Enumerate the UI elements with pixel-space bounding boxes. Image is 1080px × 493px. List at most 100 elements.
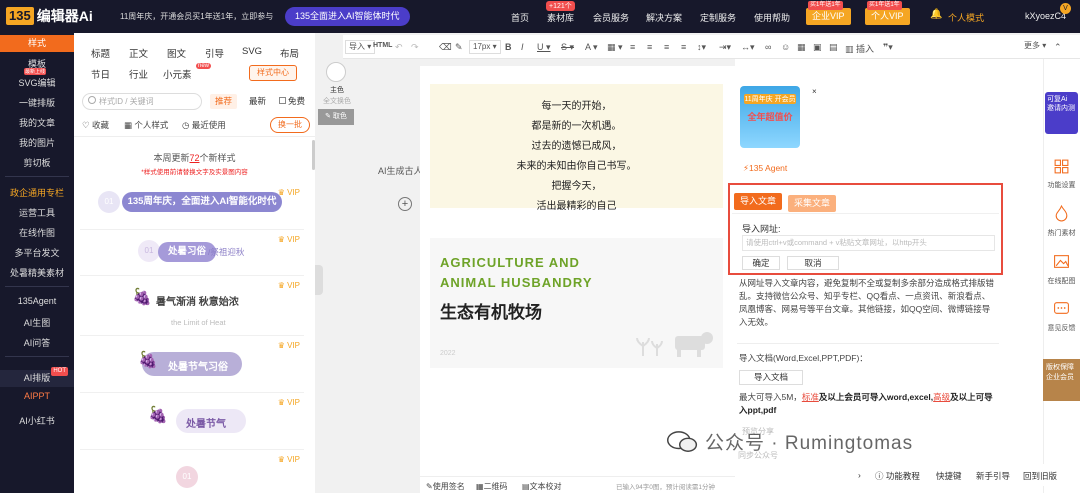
layout-icon[interactable]: ▤ [829, 42, 838, 53]
indent-icon[interactable]: ⇥▾ [719, 42, 731, 53]
underline-icon[interactable]: U ▾ [537, 42, 551, 53]
tab-guide[interactable]: 引导 [205, 46, 224, 60]
nav-online-draw[interactable]: 在线作图 [0, 226, 74, 239]
tab-festival[interactable]: 节日 [91, 67, 110, 81]
nav-aippt[interactable]: AIPPT [0, 391, 74, 401]
refresh-button[interactable]: 换一批 [270, 117, 310, 133]
promo-ad[interactable]: 11周年庆 开会员 全年超值价 [740, 86, 800, 148]
redo-icon[interactable]: ↷ [411, 42, 419, 53]
nav-my-images[interactable]: 我的图片 [0, 136, 74, 149]
style-card-5[interactable]: ♛ VIP 🍇 处暑节气 [80, 395, 304, 450]
nav-clipboard[interactable]: 剪切板 [0, 156, 74, 169]
nav-ai-layout[interactable]: AI排版 HOT [0, 367, 74, 387]
nav-one-click[interactable]: 一键排版 [0, 96, 74, 109]
image-icon[interactable] [1053, 253, 1070, 270]
anniversary-banner[interactable]: 135全面进入AI智能体时代 [285, 7, 410, 26]
favorites-button[interactable]: ♡ 收藏 [82, 119, 109, 131]
line-height-icon[interactable]: ↕▾ [697, 42, 706, 53]
expand-icon[interactable]: › [858, 470, 861, 480]
nav-gov-column[interactable]: 政企通用专栏 [0, 186, 74, 199]
nav-chushu-materials[interactable]: 处暑精美素材 [0, 266, 74, 279]
copyright-ad[interactable]: 版权保障 企业会员 [1043, 359, 1080, 401]
qrcode-button[interactable]: ▦二维码 [476, 481, 508, 492]
emoji-icon[interactable]: ☺ [781, 42, 790, 52]
image-icon[interactable]: ▣ [813, 42, 822, 53]
panel-scrollbar[interactable] [312, 140, 315, 170]
feedback-icon[interactable] [1053, 300, 1070, 317]
table-icon[interactable]: ▦ [797, 42, 806, 53]
signature-button[interactable]: ✎使用签名 [426, 481, 465, 492]
color-picker-button[interactable]: ✎ 取色 [318, 109, 354, 125]
tab-small-elements[interactable]: 小元素 [163, 67, 192, 81]
nav-ai-xiaohongshu[interactable]: AI小红书 [0, 414, 74, 427]
nav-ops-tools[interactable]: 运营工具 [0, 206, 74, 219]
settings-grid-icon[interactable] [1053, 158, 1070, 175]
tutorial-button[interactable]: ⓘ 功能教程 [875, 470, 920, 482]
nav-135agent[interactable]: 135Agent [0, 296, 74, 306]
promo-text[interactable]: 11周年庆，开通会员买1年送1年，立即参与 [120, 11, 273, 22]
nav-home[interactable]: 首页 [511, 11, 529, 24]
main-color-swatch[interactable] [326, 62, 346, 82]
html-button[interactable]: HTML [373, 42, 392, 49]
collapse-toolbar-icon[interactable]: ⌃ [1054, 42, 1062, 53]
advanced-link[interactable]: 高级 [933, 392, 950, 402]
import-url-input[interactable]: 请使用ctrl+v或command + v粘贴文章网址，以http开头 [742, 235, 995, 251]
back-old-version-button[interactable]: 回到旧版 [1023, 470, 1057, 482]
italic-icon[interactable]: I [521, 42, 524, 52]
nav-ai-image[interactable]: AI生图 [0, 316, 74, 329]
tab-collect-article[interactable]: 采集文章 [788, 195, 837, 212]
free-checkbox[interactable] [279, 97, 286, 104]
personal-vip-button[interactable]: 买1年送1年 个人VIP [865, 1, 910, 25]
collapse-panel-handle[interactable] [315, 265, 323, 295]
nav-solutions[interactable]: 解决方案 [646, 11, 682, 24]
tab-body[interactable]: 正文 [129, 46, 148, 60]
align-right-icon[interactable]: ≡ [664, 42, 669, 52]
bell-icon[interactable]: 🔔 [930, 9, 942, 20]
style-card-3[interactable]: ♛ VIP 🍇 暑气渐消 秋意始浓 the Limit of Heat [80, 278, 304, 336]
nav-svg[interactable]: SVG编辑 最新上线 [0, 68, 74, 89]
add-block-icon[interactable]: + [398, 197, 412, 211]
style-card-2[interactable]: ♛ VIP 01 处暑习俗 /祭祖迎秋 [80, 232, 304, 276]
standard-link[interactable]: 标准 [802, 392, 819, 402]
strikethrough-icon[interactable]: S ▾ [561, 42, 574, 53]
tab-title[interactable]: 标题 [91, 46, 110, 60]
agent-link[interactable]: ⚡135 Agent [743, 163, 787, 174]
justify-icon[interactable]: ≡ [681, 42, 686, 52]
search-input[interactable]: 样式ID / 关键词 [82, 93, 202, 110]
proofread-button[interactable]: ▤文本校对 [522, 481, 562, 492]
chip-free[interactable]: 免费 [274, 94, 310, 109]
flame-icon[interactable] [1053, 205, 1070, 222]
confirm-button[interactable]: 确定 [742, 256, 780, 270]
personal-style-button[interactable]: ▦ 个人样式 [124, 119, 168, 131]
nav-multi-platform[interactable]: 多平台发文 [0, 246, 74, 259]
cancel-button[interactable]: 取消 [787, 256, 839, 270]
agriculture-block[interactable]: AGRICULTURE AND ANIMAL HUSBANDRY 生态有机牧场 … [430, 238, 723, 368]
chip-latest[interactable]: 最新 [244, 94, 271, 109]
shortcut-button[interactable]: 快捷键 [936, 470, 962, 482]
ai-generate-label[interactable]: AI生成古人 [378, 164, 423, 177]
nav-custom[interactable]: 定制服务 [700, 11, 736, 24]
font-size-select[interactable]: 17px ▾ [469, 40, 501, 54]
font-color-icon[interactable]: A ▾ [585, 42, 598, 53]
undo-icon[interactable]: ↶ [395, 42, 403, 53]
tab-import-article[interactable]: 导入文章 [734, 193, 783, 210]
username[interactable]: kXyoezC4 [1025, 11, 1066, 21]
recent-button[interactable]: ◷ 最近使用 [182, 119, 226, 131]
poem-block[interactable]: 每一天的开始， 都是新的一次机遇。 过去的遗憾已成风， 未来的未知由你自己书写。… [430, 84, 723, 212]
tab-svg[interactable]: SVG [242, 46, 262, 57]
style-card-6[interactable]: ♛ VIP 01 [80, 452, 304, 493]
chip-recommend[interactable]: 推荐 [210, 94, 238, 109]
insert-icon[interactable]: ▥ 插入 [845, 42, 874, 55]
enterprise-vip-button[interactable]: 买1年送1年 企业VIP [806, 1, 851, 25]
eraser-icon[interactable]: ⌫ [439, 42, 452, 53]
nav-materials[interactable]: 素材库 [547, 11, 574, 24]
style-card-1[interactable]: ♛ VIP 01 135周年庆，全面进入AI智能化时代 [80, 185, 304, 230]
tab-image-text[interactable]: 图文 [167, 46, 186, 60]
newbie-guide-button[interactable]: 新手引导 [976, 470, 1010, 482]
nav-help[interactable]: 使用帮助 [754, 11, 790, 24]
more-dropdown[interactable]: 更多 ▾ [1021, 40, 1049, 54]
logo[interactable]: 135 编辑器Ai [6, 6, 93, 26]
letter-spacing-icon[interactable]: ↔▾ [741, 42, 755, 53]
tab-industry[interactable]: 行业 [129, 67, 148, 81]
nav-membership[interactable]: 会员服务 [593, 11, 629, 24]
